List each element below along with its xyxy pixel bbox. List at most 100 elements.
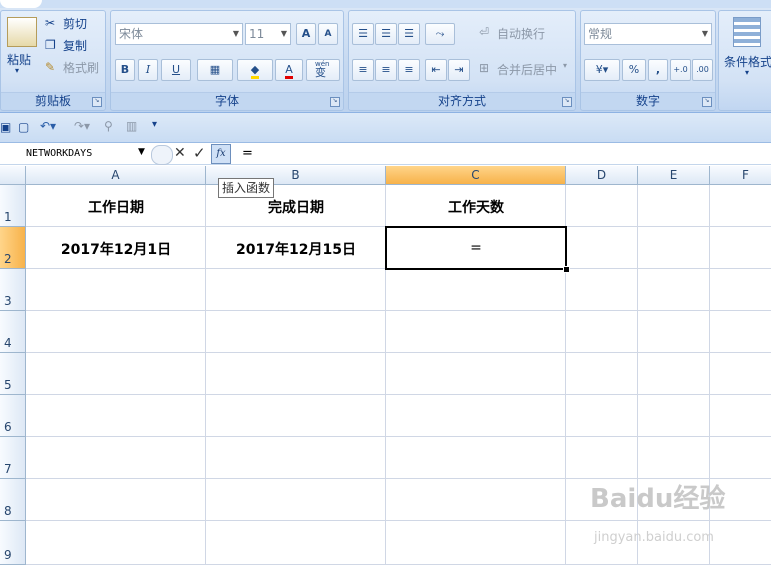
row-header-5[interactable]: 5	[0, 353, 26, 395]
phonetic-button[interactable]: wén 变	[306, 59, 340, 81]
fill-handle[interactable]	[563, 266, 570, 273]
chart-icon[interactable]: ▥	[126, 119, 137, 133]
format-painter-button[interactable]: 格式刷	[63, 59, 99, 76]
currency-button[interactable]: ¥▾	[584, 59, 620, 81]
grid-cell[interactable]	[206, 353, 386, 395]
font-size-combo[interactable]: 11 ▼	[245, 23, 291, 45]
grid-cell[interactable]	[26, 353, 206, 395]
paste-dropdown-icon[interactable]: ▾	[15, 66, 19, 75]
grow-font-button[interactable]: A	[296, 23, 316, 45]
row-header-7[interactable]: 7	[0, 437, 26, 479]
align-left-button[interactable]: ≡	[352, 59, 374, 81]
enter-icon[interactable]: ✓	[193, 144, 206, 162]
grid-cell[interactable]	[710, 227, 771, 269]
clipboard-launcher-icon[interactable]: ↘	[92, 97, 102, 107]
select-all-corner[interactable]	[0, 166, 26, 185]
number-launcher-icon[interactable]: ↘	[702, 97, 712, 107]
cell-c1[interactable]: 工作天数	[386, 185, 566, 227]
grid-cell[interactable]	[710, 521, 771, 565]
cell-a2[interactable]: 2017年12月1日	[26, 227, 206, 269]
grid-cell[interactable]	[26, 311, 206, 353]
bold-button[interactable]: B	[115, 59, 135, 81]
grid-cell[interactable]	[566, 227, 638, 269]
grid-cell[interactable]	[386, 353, 566, 395]
grid-cell[interactable]	[566, 353, 638, 395]
grid-cell[interactable]	[638, 353, 710, 395]
number-format-combo[interactable]: 常规 ▼	[584, 23, 712, 45]
grid-cell[interactable]	[638, 227, 710, 269]
wrap-text-button[interactable]: 自动换行	[497, 25, 545, 42]
grid-cell[interactable]	[566, 437, 638, 479]
shrink-font-button[interactable]: A	[318, 23, 338, 45]
grid-cell[interactable]	[386, 269, 566, 311]
orientation-button[interactable]: ⤳	[425, 23, 455, 45]
grid-cell[interactable]	[26, 269, 206, 311]
grid-cell[interactable]	[26, 521, 206, 565]
row-header-6[interactable]: 6	[0, 395, 26, 437]
grid-cell[interactable]	[206, 395, 386, 437]
chevron-down-icon[interactable]: ▾	[745, 68, 749, 77]
column-header-a[interactable]: A	[26, 166, 206, 185]
row-header-9[interactable]: 9	[0, 521, 26, 565]
align-center-button[interactable]: ≡	[375, 59, 397, 81]
increase-indent-button[interactable]: ⇥	[448, 59, 470, 81]
grid-cell[interactable]	[206, 311, 386, 353]
alignment-launcher-icon[interactable]: ↘	[562, 97, 572, 107]
office-tab[interactable]	[0, 0, 42, 8]
grid-cell[interactable]	[638, 311, 710, 353]
grid-cell[interactable]	[566, 311, 638, 353]
chevron-down-icon[interactable]: ▾	[563, 61, 567, 70]
column-header-f[interactable]: F	[710, 166, 771, 185]
row-header-4[interactable]: 4	[0, 311, 26, 353]
row-header-2[interactable]: 2	[0, 227, 26, 269]
grid-cell[interactable]	[710, 353, 771, 395]
undo-icon[interactable]: ↶▾	[40, 119, 56, 133]
name-box[interactable]: NETWORKDAYS	[26, 145, 150, 163]
grid-cell[interactable]	[710, 311, 771, 353]
grid-cell[interactable]	[710, 437, 771, 479]
column-header-d[interactable]: D	[566, 166, 638, 185]
column-header-c[interactable]: C	[386, 166, 566, 185]
grid-cell[interactable]	[206, 269, 386, 311]
grid-cell[interactable]	[566, 395, 638, 437]
grid-cell[interactable]	[710, 269, 771, 311]
grid-cell[interactable]	[638, 395, 710, 437]
decrease-decimal-button[interactable]: .00	[692, 59, 713, 81]
filter-icon[interactable]: ⚲	[104, 119, 113, 133]
column-header-e[interactable]: E	[638, 166, 710, 185]
formula-input[interactable]: =	[242, 146, 253, 161]
cell-a1[interactable]: 工作日期	[26, 185, 206, 227]
grid-cell[interactable]	[638, 185, 710, 227]
grid-cell[interactable]	[26, 437, 206, 479]
grid-cell[interactable]	[386, 521, 566, 565]
grid-cell[interactable]	[638, 437, 710, 479]
percent-button[interactable]: %	[622, 59, 646, 81]
grid-cell[interactable]	[206, 521, 386, 565]
grid-cell[interactable]	[710, 185, 771, 227]
grid-cell[interactable]	[566, 185, 638, 227]
font-launcher-icon[interactable]: ↘	[330, 97, 340, 107]
align-bottom-button[interactable]: ☰	[398, 23, 420, 45]
copy-button[interactable]: 复制	[63, 37, 87, 54]
decrease-indent-button[interactable]: ⇤	[425, 59, 447, 81]
align-top-button[interactable]: ☰	[352, 23, 374, 45]
grid-cell[interactable]	[26, 479, 206, 521]
redo-icon[interactable]: ↷▾	[74, 119, 90, 133]
font-color-button[interactable]: A	[275, 59, 303, 81]
align-middle-button[interactable]: ☰	[375, 23, 397, 45]
merge-center-button[interactable]: 合并后居中	[497, 61, 557, 78]
new-file-icon[interactable]: ▢	[18, 120, 29, 134]
row-header-3[interactable]: 3	[0, 269, 26, 311]
grid-cell[interactable]	[386, 395, 566, 437]
comma-button[interactable]: ,	[648, 59, 668, 81]
save-icon[interactable]: ▣	[0, 120, 11, 134]
underline-button[interactable]: U	[161, 59, 191, 81]
insert-function-icon[interactable]: fx	[211, 144, 231, 164]
grid-cell[interactable]	[386, 437, 566, 479]
row-header-1[interactable]: 1	[0, 185, 26, 227]
grid-cell[interactable]	[386, 311, 566, 353]
row-header-8[interactable]: 8	[0, 479, 26, 521]
borders-button[interactable]: ▦	[197, 59, 233, 81]
cancel-icon[interactable]: ✕	[174, 145, 186, 161]
cell-b2[interactable]: 2017年12月15日	[206, 227, 386, 269]
